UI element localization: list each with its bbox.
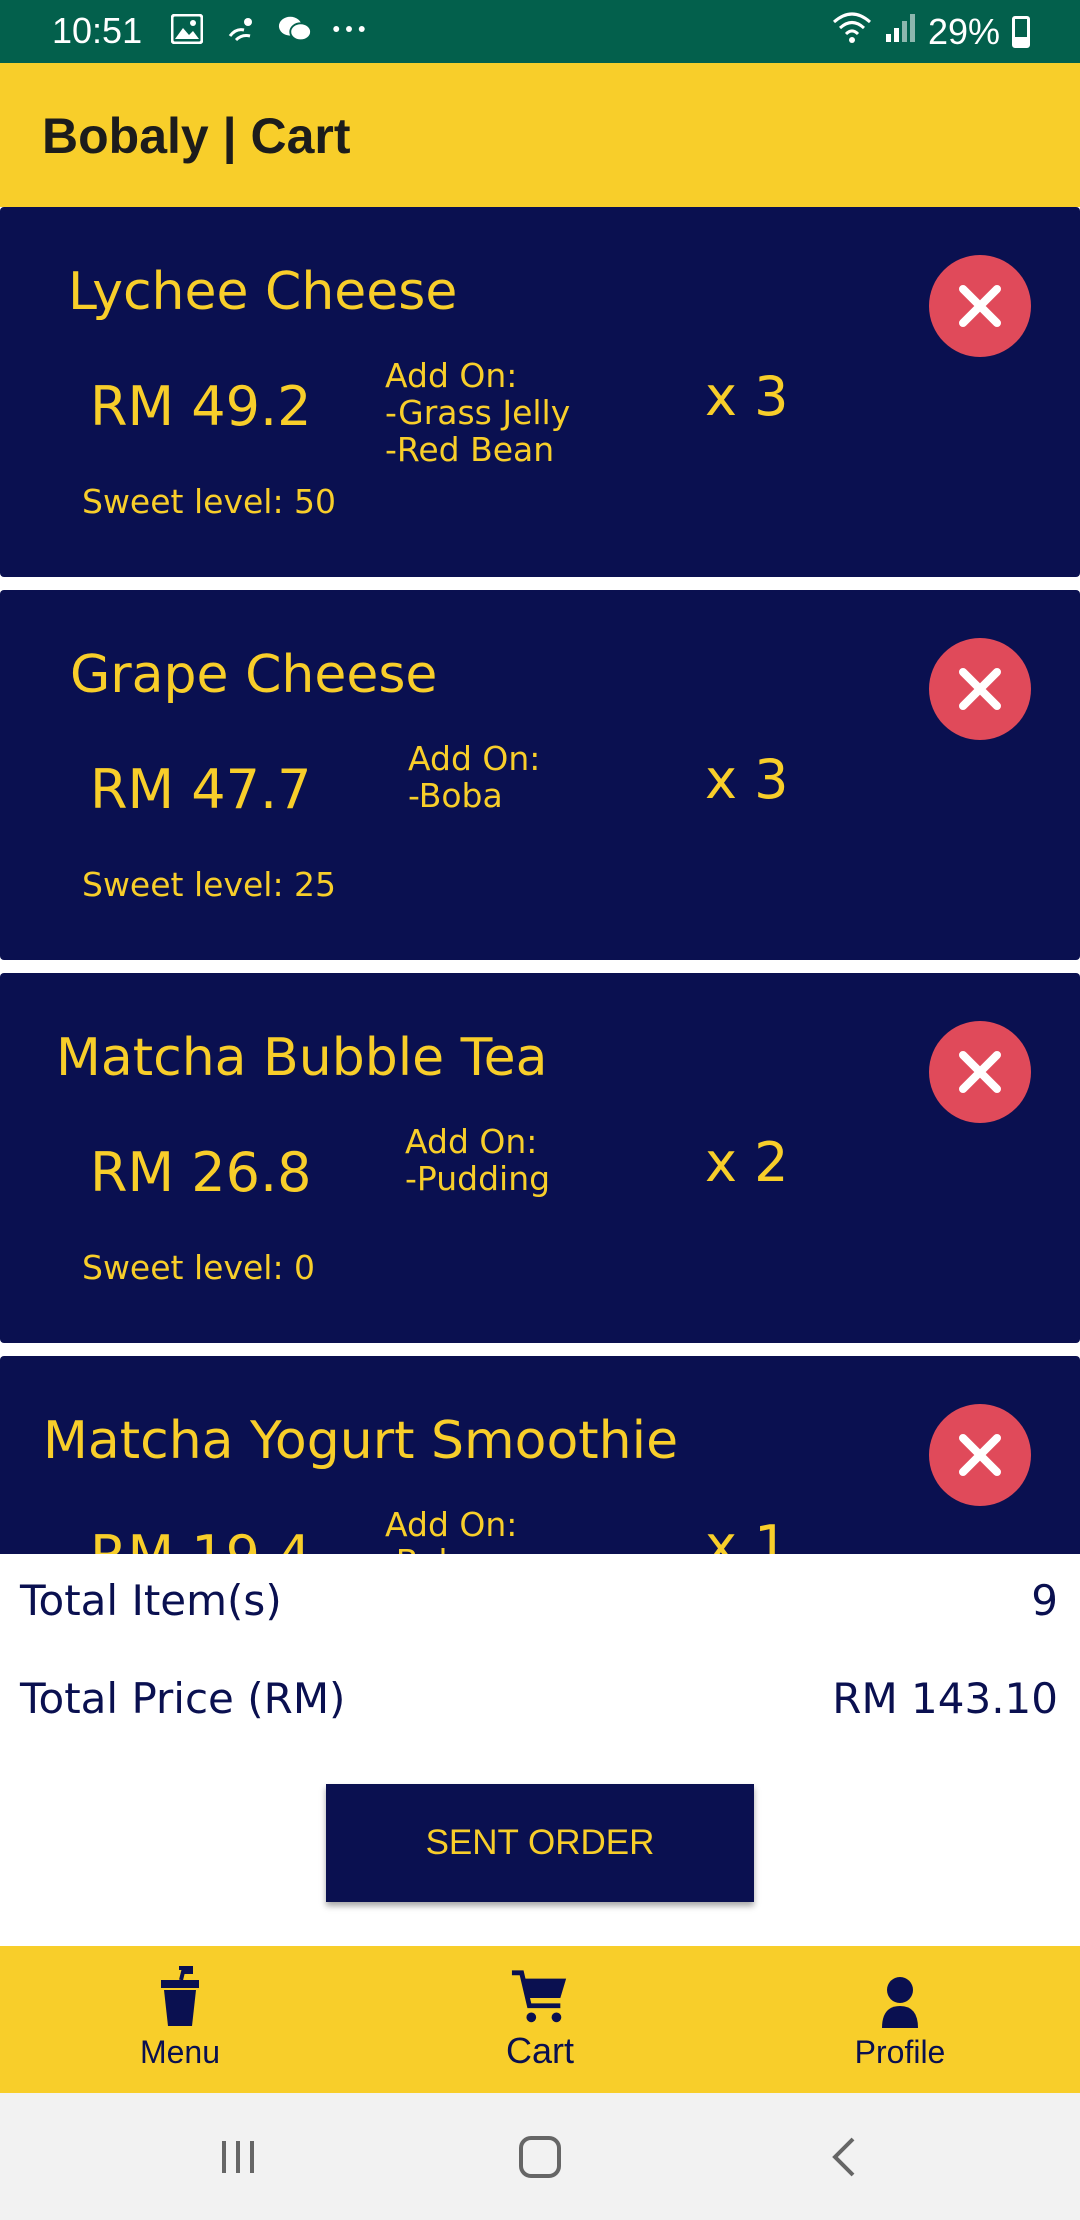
item-addons: Add On: -Grass Jelly -Red Bean bbox=[385, 357, 570, 468]
status-notification-icons bbox=[170, 12, 366, 46]
close-icon bbox=[959, 668, 1001, 710]
nav-label-profile: Profile bbox=[854, 2034, 946, 2070]
back-icon bbox=[832, 2137, 855, 2176]
home-icon bbox=[519, 2135, 561, 2178]
more-dots-icon bbox=[332, 12, 366, 46]
item-name: Lychee Cheese bbox=[68, 262, 458, 322]
wifi-icon bbox=[832, 10, 872, 53]
cart-icon bbox=[510, 1968, 570, 2028]
addon-entry: -Boba bbox=[385, 1543, 517, 1554]
total-price-value: RM 143.10 bbox=[832, 1674, 1058, 1723]
remove-item-button[interactable] bbox=[929, 1404, 1031, 1506]
system-nav-bar bbox=[0, 2093, 1080, 2220]
item-name: Grape Cheese bbox=[70, 645, 438, 705]
image-icon bbox=[170, 12, 204, 46]
item-sweet-level: Sweet level: 50 bbox=[82, 482, 337, 521]
item-quantity: x 3 bbox=[705, 748, 789, 811]
app-header: Bobaly | Cart bbox=[0, 63, 1080, 207]
cart-item[interactable]: Lychee Cheese RM 49.2 Add On: -Grass Jel… bbox=[0, 207, 1080, 577]
remove-item-button[interactable] bbox=[929, 255, 1031, 357]
person-icon bbox=[870, 1968, 930, 2028]
addon-entry: -Grass Jelly bbox=[385, 393, 571, 432]
item-price: RM 19.4 bbox=[90, 1524, 312, 1554]
battery-percent: 29% bbox=[927, 10, 1000, 52]
addon-label: Add On: bbox=[385, 1505, 518, 1544]
recent-apps-icon bbox=[222, 2140, 254, 2173]
status-system-icons: 29% bbox=[832, 10, 1030, 53]
cart-item[interactable]: Grape Cheese RM 47.7 Add On: -Boba x 3 S… bbox=[0, 590, 1080, 960]
recent-apps-button[interactable] bbox=[178, 2093, 298, 2220]
addon-entry: -Pudding bbox=[405, 1159, 551, 1198]
close-icon bbox=[959, 1434, 1001, 1476]
addon-entry: -Red Bean bbox=[385, 430, 555, 469]
battery-icon bbox=[1012, 15, 1030, 48]
cart-item[interactable]: Matcha Bubble Tea RM 26.8 Add On: -Puddi… bbox=[0, 973, 1080, 1343]
nav-label-cart: Cart bbox=[505, 2030, 574, 2071]
bottom-nav: Menu Cart Profile bbox=[0, 1946, 1080, 2093]
item-name: Matcha Bubble Tea bbox=[56, 1028, 548, 1088]
addon-entry: -Boba bbox=[408, 776, 503, 815]
broadcast-icon bbox=[224, 12, 258, 46]
order-summary: Total Item(s) 9 Total Price (RM) RM 143.… bbox=[0, 1554, 1080, 1946]
item-addons: Add On: -Pudding bbox=[405, 1123, 550, 1197]
total-price-label: Total Price (RM) bbox=[20, 1674, 346, 1723]
addon-label: Add On: bbox=[405, 1122, 538, 1161]
item-price: RM 26.8 bbox=[90, 1141, 312, 1204]
item-addons: Add On: -Boba bbox=[385, 1506, 517, 1554]
addon-label: Add On: bbox=[408, 739, 541, 778]
remove-item-button[interactable] bbox=[929, 1021, 1031, 1123]
item-quantity: x 1 bbox=[705, 1514, 789, 1554]
item-price: RM 47.7 bbox=[90, 758, 312, 821]
signal-icon bbox=[884, 11, 916, 53]
item-name: Matcha Yogurt Smoothie bbox=[43, 1411, 679, 1471]
close-icon bbox=[959, 285, 1001, 327]
item-sweet-level: Sweet level: 25 bbox=[82, 865, 337, 904]
close-icon bbox=[959, 1051, 1001, 1093]
item-addons: Add On: -Boba bbox=[408, 740, 540, 814]
status-time: 10:51 bbox=[52, 10, 143, 51]
wechat-icon bbox=[278, 12, 312, 46]
nav-label-menu: Menu bbox=[139, 2034, 221, 2070]
item-quantity: x 3 bbox=[705, 365, 789, 428]
cart-list[interactable]: Lychee Cheese RM 49.2 Add On: -Grass Jel… bbox=[0, 207, 1080, 1554]
nav-item-profile[interactable]: Profile bbox=[720, 1946, 1080, 2093]
total-items-value: 9 bbox=[1031, 1576, 1058, 1625]
nav-item-menu[interactable]: Menu bbox=[0, 1946, 360, 2093]
item-price: RM 49.2 bbox=[90, 375, 312, 438]
cart-item[interactable]: Matcha Yogurt Smoothie RM 19.4 Add On: -… bbox=[0, 1356, 1080, 1554]
home-button[interactable] bbox=[480, 2093, 600, 2220]
send-order-button[interactable]: SENT ORDER bbox=[326, 1784, 754, 1902]
back-button[interactable] bbox=[784, 2093, 904, 2220]
status-bar: 10:51 29% bbox=[0, 0, 1080, 63]
drink-cup-icon bbox=[150, 1966, 210, 2028]
total-items-label: Total Item(s) bbox=[20, 1576, 282, 1625]
item-quantity: x 2 bbox=[705, 1131, 789, 1194]
remove-item-button[interactable] bbox=[929, 638, 1031, 740]
page-title: Bobaly | Cart bbox=[42, 108, 351, 164]
item-sweet-level: Sweet level: 0 bbox=[82, 1248, 316, 1287]
addon-label: Add On: bbox=[385, 356, 518, 395]
nav-item-cart[interactable]: Cart bbox=[360, 1946, 720, 2093]
